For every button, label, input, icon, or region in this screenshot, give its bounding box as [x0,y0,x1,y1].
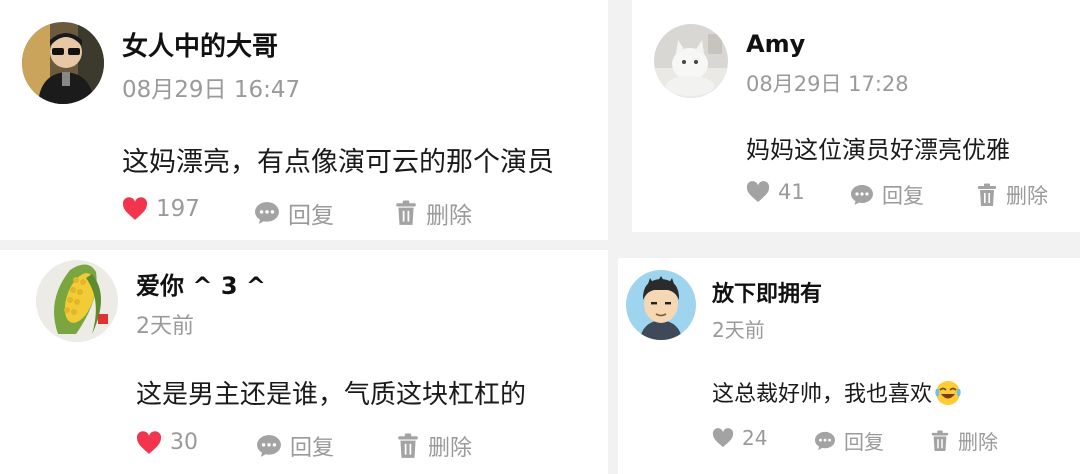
reply-label: 回复 [844,430,884,454]
reply-label: 回复 [290,436,335,461]
comment-text-body: 这总裁好帅，我也喜欢 [712,382,933,407]
trash-icon [978,183,996,206]
comment-text: 这妈漂亮，有点像演可云的那个演员 [122,147,554,178]
laughing-tears-emoji [935,381,961,405]
comment-time: 2天前 [712,318,765,342]
user-avatar[interactable] [22,22,104,104]
trash-icon [398,433,418,458]
delete-button[interactable]: 删除 [394,196,472,230]
user-avatar[interactable] [626,270,696,340]
comment-text: 妈妈这位演员好漂亮优雅 [746,136,1010,164]
reply-button[interactable]: 回复 [814,426,884,455]
like-count: 41 [778,180,805,204]
like-button[interactable]: 197 [122,196,200,222]
heart-icon [122,197,148,220]
reply-label: 回复 [882,184,924,208]
comment-text: 这总裁好帅，我也喜欢 [712,376,962,408]
reply-button[interactable]: 回复 [254,196,334,230]
like-button[interactable]: 41 [746,180,805,204]
trash-icon [396,200,416,225]
reply-button[interactable]: 回复 [850,180,924,210]
heart-icon [746,181,770,202]
chat-bubble-icon [257,435,281,457]
like-count: 197 [156,196,200,222]
delete-label: 删除 [426,203,472,229]
username[interactable]: 爱你 ^ 3 ^ [136,266,266,301]
comment-time: 08月29日 17:28 [746,72,909,96]
delete-button[interactable]: 删除 [976,180,1048,210]
reply-button[interactable]: 回复 [256,430,334,462]
chat-bubble-icon [815,431,835,450]
user-avatar[interactable] [36,260,118,342]
username[interactable]: 女人中的大哥 [122,26,278,63]
reply-label: 回复 [288,203,334,229]
delete-button[interactable]: 删除 [930,426,998,455]
heart-icon [136,430,162,454]
heart-icon [712,428,734,448]
trash-icon [931,430,949,451]
comment-card: Amy 08月29日 17:28 妈妈这位演员好漂亮优雅 41 回复 删除 [632,0,1080,232]
delete-label: 删除 [958,430,998,454]
username[interactable]: Amy [746,30,805,58]
comment-card: 女人中的大哥 08月29日 16:47 这妈漂亮，有点像演可云的那个演员 197… [0,0,608,240]
delete-label: 删除 [428,436,473,461]
chat-bubble-icon [851,185,873,205]
user-avatar[interactable] [654,24,728,98]
delete-label: 删除 [1006,184,1048,208]
like-button[interactable]: 24 [712,426,767,450]
like-count: 24 [742,426,768,450]
comment-text: 这是男主还是谁，气质这块杠杠的 [136,380,527,410]
comment-card: 爱你 ^ 3 ^ 2天前 这是男主还是谁，气质这块杠杠的 30 回复 删除 [0,250,608,474]
comment-time: 08月29日 16:47 [122,77,301,103]
comment-card: 放下即拥有 2天前 这总裁好帅，我也喜欢 24 回复 删除 [618,258,1080,474]
delete-button[interactable]: 删除 [396,430,472,462]
chat-bubble-icon [255,202,279,224]
like-button[interactable]: 30 [136,430,198,455]
username[interactable]: 放下即拥有 [712,276,822,308]
comment-time: 2天前 [136,314,194,339]
like-count: 30 [170,430,198,455]
